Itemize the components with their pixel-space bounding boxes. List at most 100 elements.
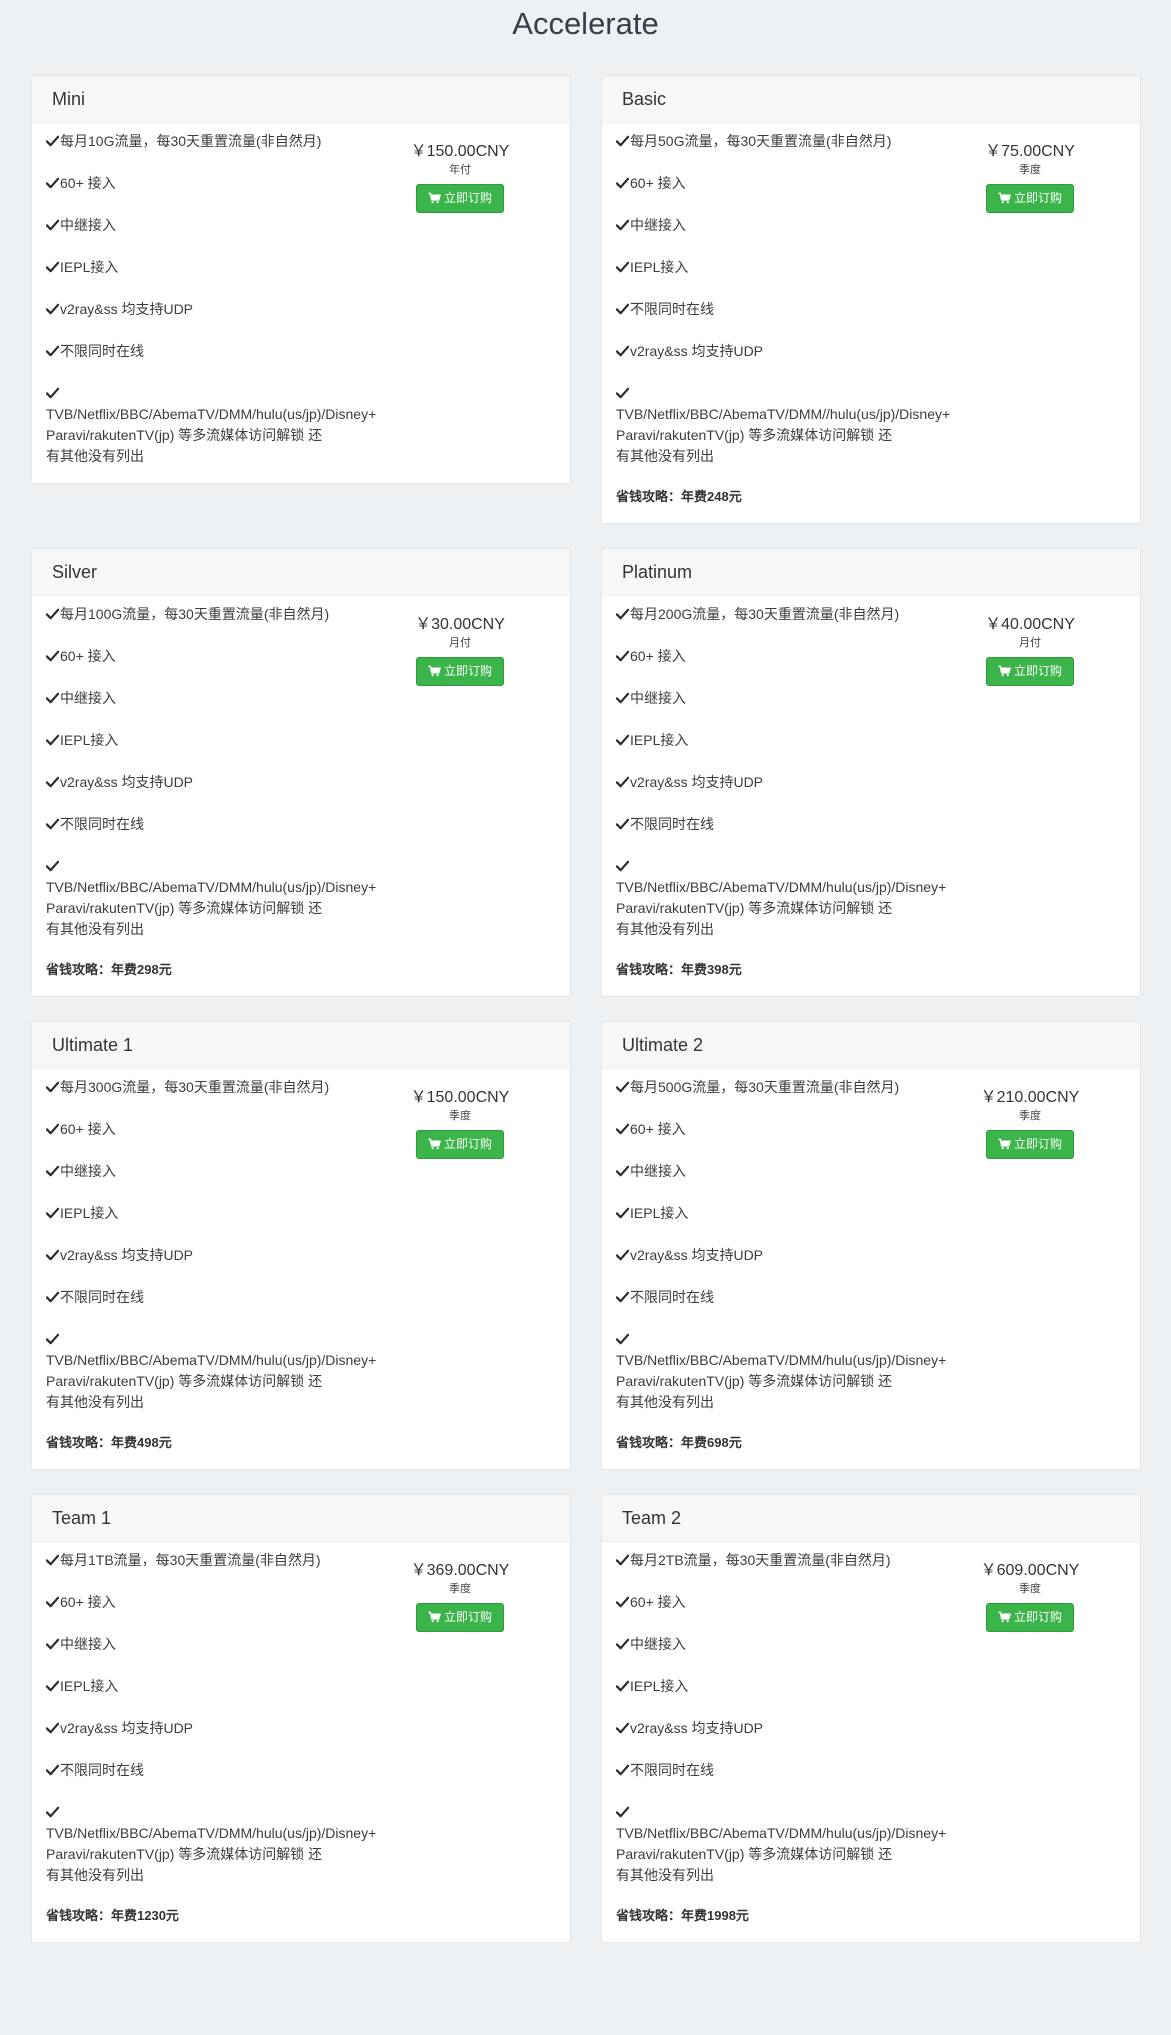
- check-icon: [45, 132, 60, 147]
- plan-body: 每月1TB流量，每30天重置流量(非自然月) 60+ 接入 中继接入 IEPL接入 v2…: [32, 1542, 570, 1942]
- feature-text: IEPL接入: [630, 1205, 689, 1221]
- feature-text: 60+ 接入: [630, 175, 686, 191]
- saving-tip: 省钱攻略：年费1998元: [616, 1908, 749, 1923]
- check-icon: [615, 1551, 630, 1566]
- feature-text: v2ray&ss 均支持UDP: [60, 301, 194, 317]
- feature-item: 中继接入: [45, 1161, 416, 1182]
- buy-now-button[interactable]: 立即订购: [416, 657, 504, 686]
- plan-card: Team 1 每月1TB流量，每30天重置流量(非自然月) 60+ 接入 中继接入 IE…: [31, 1494, 571, 1943]
- plan-body: 每月500G流量，每30天重置流量(非自然月) 60+ 接入 中继接入 IEPL接入 v…: [602, 1069, 1140, 1469]
- feature-item-streaming: TVB/Netflix/BBC/AbemaTV/DMM/hulu(us/jp)/…: [615, 1802, 986, 1886]
- feature-text: 中继接入: [630, 690, 686, 706]
- feature-text: 每月500G流量，每30天重置流量(非自然月): [630, 1079, 900, 1095]
- streaming-text-line: 有其他没有列出: [616, 1394, 714, 1410]
- feature-text: 中继接入: [60, 690, 116, 706]
- buy-now-button[interactable]: 立即订购: [986, 1130, 1074, 1159]
- buy-now-label: 立即订购: [443, 1137, 492, 1151]
- feature-text: v2ray&ss 均支持UDP: [630, 343, 764, 359]
- check-icon: [45, 1288, 60, 1303]
- feature-item-streaming: TVB/Netflix/BBC/AbemaTV/DMM//hulu(us/jp)…: [615, 383, 986, 467]
- feature-item: IEPL接入: [45, 1676, 416, 1697]
- check-icon: [45, 815, 60, 830]
- feature-item: 60+ 接入: [615, 1592, 986, 1613]
- check-icon: [45, 258, 60, 273]
- billing-period: 季度: [1019, 1110, 1041, 1122]
- shopping-cart-icon: [428, 1133, 441, 1150]
- plan-price: ￥40.00CNY: [985, 616, 1075, 633]
- feature-item: IEPL接入: [615, 730, 986, 751]
- check-icon: [615, 174, 630, 189]
- feature-item: v2ray&ss 均支持UDP: [45, 1245, 416, 1266]
- plan-body: 每月10G流量，每30天重置流量(非自然月) 60+ 接入 中继接入 IEPL接入 v2…: [32, 123, 570, 483]
- check-icon: [615, 1677, 630, 1692]
- check-icon: [45, 1635, 60, 1650]
- feature-text: 每月100G流量，每30天重置流量(非自然月): [60, 606, 330, 622]
- streaming-text-line: Paravi/rakutenTV(jp) 等多流媒体访问解锁 还: [616, 1373, 893, 1389]
- plan-name: Basic: [602, 76, 1140, 123]
- feature-text: 不限同时在线: [630, 816, 714, 832]
- feature-item: 中继接入: [615, 1161, 986, 1182]
- check-icon: [45, 384, 60, 399]
- feature-item-streaming: TVB/Netflix/BBC/AbemaTV/DMM/hulu(us/jp)/…: [45, 383, 416, 467]
- plan-body: 每月50G流量，每30天重置流量(非自然月) 60+ 接入 中继接入 IEPL接入 不限…: [602, 123, 1140, 523]
- feature-item: v2ray&ss 均支持UDP: [45, 1718, 416, 1739]
- feature-text: 中继接入: [630, 1636, 686, 1652]
- check-icon: [615, 300, 630, 315]
- buy-now-button[interactable]: 立即订购: [986, 1603, 1074, 1632]
- buy-now-button[interactable]: 立即订购: [416, 1130, 504, 1159]
- feature-item-streaming: TVB/Netflix/BBC/AbemaTV/DMM/hulu(us/jp)/…: [615, 856, 986, 940]
- feature-text: v2ray&ss 均支持UDP: [60, 774, 194, 790]
- check-icon: [615, 1593, 630, 1608]
- check-icon: [45, 1803, 60, 1818]
- feature-text: 60+ 接入: [630, 1594, 686, 1610]
- streaming-text-line: 有其他没有列出: [46, 1394, 144, 1410]
- check-icon: [45, 857, 60, 872]
- feature-text: 不限同时在线: [60, 1289, 144, 1305]
- feature-text: v2ray&ss 均支持UDP: [630, 1720, 764, 1736]
- feature-text: 不限同时在线: [60, 816, 144, 832]
- shopping-cart-icon: [998, 660, 1011, 677]
- streaming-text-line: TVB/Netflix/BBC/AbemaTV/DMM/hulu(us/jp)/…: [46, 1352, 377, 1368]
- streaming-text-line: Paravi/rakutenTV(jp) 等多流媒体访问解锁 还: [616, 1846, 893, 1862]
- check-icon: [615, 1162, 630, 1177]
- buy-now-button[interactable]: 立即订购: [986, 657, 1074, 686]
- plan-price: ￥609.00CNY: [980, 1562, 1080, 1579]
- feature-text: IEPL接入: [630, 259, 689, 275]
- buy-now-label: 立即订购: [1013, 1610, 1062, 1624]
- price-box: ￥150.00CNY 年付 立即订购: [390, 141, 530, 213]
- feature-text: IEPL接入: [630, 732, 689, 748]
- feature-text: 每月2TB流量，每30天重置流量(非自然月): [630, 1552, 891, 1568]
- feature-item: 中继接入: [45, 215, 416, 236]
- buy-now-label: 立即订购: [1013, 1137, 1062, 1151]
- shopping-cart-icon: [428, 187, 441, 204]
- check-icon: [45, 342, 60, 357]
- plan-price: ￥369.00CNY: [410, 1562, 510, 1579]
- feature-item: IEPL接入: [615, 257, 986, 278]
- check-icon: [615, 689, 630, 704]
- buy-now-label: 立即订购: [443, 191, 492, 205]
- streaming-text-line: 有其他没有列出: [46, 1867, 144, 1883]
- check-icon: [615, 815, 630, 830]
- buy-now-label: 立即订购: [443, 1610, 492, 1624]
- streaming-text-line: 有其他没有列出: [46, 921, 144, 937]
- plan-card: Silver 每月100G流量，每30天重置流量(非自然月) 60+ 接入 中继接入 I…: [31, 548, 571, 997]
- check-icon: [45, 605, 60, 620]
- feature-text: IEPL接入: [630, 1678, 689, 1694]
- check-icon: [615, 647, 630, 662]
- feature-text: 不限同时在线: [60, 343, 144, 359]
- feature-text: 60+ 接入: [630, 648, 686, 664]
- streaming-text-line: 有其他没有列出: [616, 921, 714, 937]
- feature-text: 60+ 接入: [60, 1121, 116, 1137]
- plan-body: 每月2TB流量，每30天重置流量(非自然月) 60+ 接入 中继接入 IEPL接入 v2…: [602, 1542, 1140, 1942]
- check-icon: [45, 300, 60, 315]
- shopping-cart-icon: [428, 1606, 441, 1623]
- feature-item: 中继接入: [45, 688, 416, 709]
- feature-item: v2ray&ss 均支持UDP: [615, 772, 986, 793]
- buy-now-button[interactable]: 立即订购: [986, 184, 1074, 213]
- price-box: ￥30.00CNY 月付 立即订购: [390, 614, 530, 686]
- plan-name: Ultimate 2: [602, 1022, 1140, 1069]
- buy-now-button[interactable]: 立即订购: [416, 184, 504, 213]
- buy-now-button[interactable]: 立即订购: [416, 1603, 504, 1632]
- shopping-cart-icon: [998, 1606, 1011, 1623]
- plan-name: Mini: [32, 76, 570, 123]
